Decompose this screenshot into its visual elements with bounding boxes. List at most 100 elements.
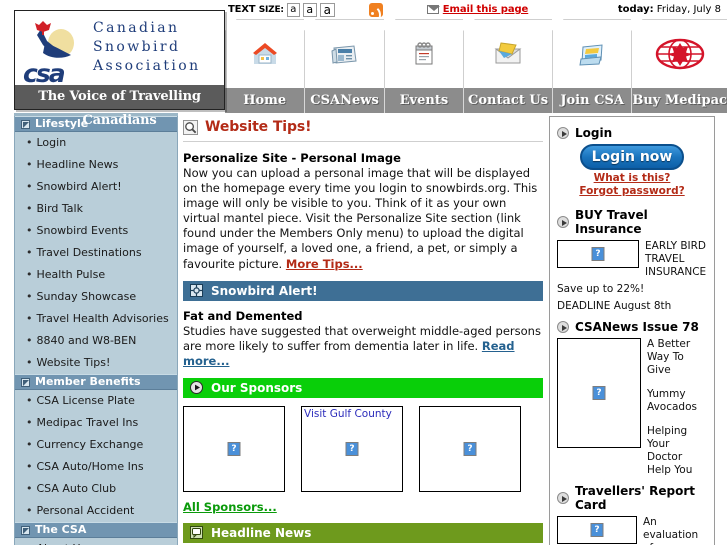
newspaper-icon — [331, 45, 357, 64]
sidebar-item-label: Personal Accident — [36, 504, 135, 517]
bullet-icon: • — [26, 180, 33, 193]
rss-feed-icon[interactable] — [368, 2, 383, 17]
sidebar-item-login[interactable]: • Login — [15, 132, 177, 154]
csanews-cover-placeholder[interactable]: ? — [557, 338, 641, 448]
site-logo[interactable]: csa Canadian Snowbird Association The Vo… — [14, 10, 225, 128]
play-circle-icon — [557, 321, 569, 333]
sidebar-item-csa-license-plate[interactable]: • CSA License Plate — [15, 390, 177, 412]
sidebar-item-label: Snowbird Events — [36, 224, 129, 237]
insurance-promo[interactable]: ? EARLY BIRD TRAVEL INSURANCE — [557, 240, 707, 279]
sidebar-item-label: Login — [36, 136, 67, 149]
bullet-icon: • — [26, 416, 33, 429]
medipac-globe-icon — [655, 38, 704, 70]
nav-label-events[interactable]: Events — [383, 88, 464, 113]
nav-label-buy-medipac[interactable]: Buy Medipac — [631, 88, 727, 113]
insurance-panel-header: BUY Travel Insurance — [557, 208, 707, 236]
nav-tab-join-csa[interactable]: Join CSA — [551, 19, 632, 113]
sidebar-item-health-pulse[interactable]: • Health Pulse — [15, 264, 177, 286]
broken-image-icon: ? — [591, 247, 605, 261]
broken-image-icon: ? — [590, 523, 604, 537]
bullet-icon: • — [26, 334, 33, 347]
sidebar-section-header-the-csa[interactable]: The CSA — [15, 522, 177, 538]
nav-tab-home[interactable]: Home — [225, 19, 305, 113]
sponsor-box[interactable]: ? — [419, 405, 521, 492]
report-card-image-placeholder[interactable]: ? — [557, 516, 637, 544]
text-size-small-button[interactable]: a — [286, 2, 300, 17]
bullet-icon: • — [26, 356, 33, 369]
our-sponsors-bar: Our Sponsors — [183, 377, 543, 398]
sidebar-item-travel-destinations[interactable]: • Travel Destinations — [15, 242, 177, 264]
sidebar-item-personal-accident[interactable]: • Personal Accident — [15, 500, 177, 522]
sidebar-item-label: Travel Health Advisories — [36, 312, 169, 325]
what-is-this-link[interactable]: What is this? — [557, 172, 707, 185]
more-tips-link[interactable]: More Tips... — [286, 257, 363, 271]
bullet-icon: • — [26, 246, 33, 259]
alert-compass-icon — [190, 284, 203, 298]
sidebar-item-csa-auto-home-ins[interactable]: • CSA Auto/Home Ins — [15, 456, 177, 478]
nav-label-join-csa[interactable]: Join CSA — [551, 88, 632, 113]
login-now-button[interactable]: Login now — [580, 144, 684, 170]
sidebar-item-label: Medipac Travel Ins — [36, 416, 139, 429]
nav-tab-csanews[interactable]: CSANews — [304, 19, 384, 113]
sidebar-item-8840-and-w8-ben[interactable]: • 8840 and W8-BEN — [15, 330, 177, 352]
house-icon — [253, 43, 278, 64]
nav-icon-cell — [463, 19, 552, 88]
tip-body: Now you can upload a personal image that… — [183, 166, 543, 272]
sponsor-box[interactable]: Visit Gulf County ? — [301, 405, 403, 492]
nav-label-contact-us[interactable]: Contact Us — [463, 88, 552, 113]
csanews-article[interactable]: Helping Your Doctor Help You — [647, 425, 707, 477]
sidebar-item-label: Travel Destinations — [36, 246, 142, 259]
page-title-row: Website Tips! — [183, 116, 543, 135]
sidebar-item-sunday-showcase[interactable]: • Sunday Showcase — [15, 286, 177, 308]
report-card-promo[interactable]: ? An evaluation of government policy and… — [557, 516, 707, 545]
nav-label-home[interactable]: Home — [225, 88, 305, 113]
nav-tab-buy-medipac[interactable]: Buy Medipac — [631, 19, 727, 113]
sidebar-item-label: Website Tips! — [36, 356, 111, 369]
collapse-arrow-icon — [21, 119, 30, 129]
sidebar-item-csa-auto-club[interactable]: • CSA Auto Club — [15, 478, 177, 500]
bullet-icon: • — [26, 158, 33, 171]
csanews-article[interactable]: Yummy Avocados — [647, 388, 707, 414]
nav-icon-cell — [304, 19, 384, 88]
sidebar-item-bird-talk[interactable]: • Bird Talk — [15, 198, 177, 220]
nav-icon-cell — [383, 19, 464, 88]
nav-tab-events[interactable]: Events — [383, 19, 464, 113]
email-this-page-link[interactable]: Email this page — [443, 4, 529, 15]
sidebar-item-medipac-travel-ins[interactable]: • Medipac Travel Ins — [15, 412, 177, 434]
insurance-deadline-text: DEADLINE August 8th — [557, 300, 672, 312]
sidebar-section-header-member-benefits[interactable]: Member Benefits — [15, 374, 177, 390]
nav-label-csanews[interactable]: CSANews — [304, 88, 384, 113]
text-size-medium-button[interactable]: a — [302, 2, 317, 17]
csanews-panel-header: CSANews Issue 78 — [557, 320, 707, 334]
sponsor-box[interactable]: ? — [183, 405, 285, 492]
headline-news-bar: Headline News — [183, 522, 543, 543]
text-size-large-button[interactable]: a — [319, 2, 335, 17]
snowbird-alert-title: Snowbird Alert! — [211, 283, 318, 298]
tip-heading: Personalize Site - Personal Image — [183, 151, 401, 165]
membership-card-icon — [579, 44, 603, 66]
sidebar-item-currency-exchange[interactable]: • Currency Exchange — [15, 434, 177, 456]
nav-tab-contact-us[interactable]: Contact Us — [463, 19, 552, 113]
sidebar-item-travel-health-advisories[interactable]: • Travel Health Advisories — [15, 308, 177, 330]
news-chat-icon — [190, 526, 203, 540]
sidebar-item-website-tips[interactable]: • Website Tips! — [15, 352, 177, 374]
sidebar-item-snowbird-events[interactable]: • Snowbird Events — [15, 220, 177, 242]
bullet-icon: • — [26, 460, 33, 473]
broken-image-icon: ? — [345, 441, 359, 456]
forgot-password-link[interactable]: Forgot password? — [557, 185, 707, 198]
insurance-image-placeholder[interactable]: ? — [557, 240, 639, 268]
insurance-savings-text: Save up to 22%! — [557, 283, 645, 295]
csanews-article-list: A Better Way To Give Yummy Avocados Help… — [647, 338, 707, 477]
logo-text: Canadian Snowbird Association — [93, 20, 201, 74]
sidebar-item-headline-news[interactable]: • Headline News — [15, 154, 177, 176]
csanews-article[interactable]: A Better Way To Give — [647, 338, 707, 377]
main-content: Website Tips! Personalize Site - Persona… — [183, 116, 543, 545]
csanews-promo[interactable]: ? A Better Way To Give Yummy Avocados He… — [557, 338, 707, 477]
sidebar-item-label: 8840 and W8-BEN — [36, 334, 137, 347]
sidebar-item-snowbird-alert[interactable]: • Snowbird Alert! — [15, 176, 177, 198]
all-sponsors-link[interactable]: All Sponsors... — [183, 500, 277, 514]
bullet-icon: • — [26, 312, 33, 325]
sidebar-item-label: Bird Talk — [36, 202, 83, 215]
sidebar-item-about-us[interactable]: •About Us — [15, 538, 177, 545]
bullet-icon: • — [26, 394, 33, 407]
